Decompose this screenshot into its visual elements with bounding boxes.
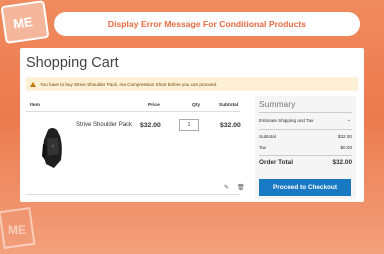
estimate-shipping-toggle[interactable]: Estimate Shipping and Tax bbox=[259, 118, 313, 123]
page-title: Shopping Cart bbox=[26, 55, 119, 71]
subtotal-value: $32.00 bbox=[337, 134, 352, 139]
header-divider bbox=[26, 111, 240, 112]
product-image[interactable] bbox=[40, 126, 65, 170]
tax-label: Tax bbox=[259, 145, 267, 150]
summary-divider bbox=[259, 129, 352, 130]
header-qty: Qty bbox=[192, 103, 200, 108]
watermark-logo: ME bbox=[0, 206, 36, 250]
subtotal-row: Subtotal $32.00 bbox=[259, 134, 352, 139]
row-divider bbox=[26, 194, 240, 195]
trash-icon[interactable]: 🗑 bbox=[237, 184, 245, 191]
brand-logo: ME bbox=[0, 0, 50, 44]
product-subtotal: $32.00 bbox=[220, 122, 241, 129]
order-total-row: Order Total $32.00 bbox=[259, 159, 352, 166]
header-item: Item bbox=[30, 103, 40, 108]
quantity-input[interactable]: 1 bbox=[179, 119, 199, 131]
product-price: $32.00 bbox=[140, 122, 161, 129]
order-total-value: $32.00 bbox=[332, 159, 352, 166]
notice-text: You have to buy Strive Shoulder Pack, ma… bbox=[40, 81, 218, 87]
cart-page: Shopping Cart You have to buy Strive Sho… bbox=[20, 48, 364, 202]
edit-icon[interactable]: ✎ bbox=[224, 184, 229, 191]
error-notice: You have to buy Strive Shoulder Pack, ma… bbox=[26, 77, 358, 91]
summary-divider bbox=[259, 155, 352, 156]
proceed-to-checkout-button[interactable]: Proceed to Checkout bbox=[259, 179, 351, 196]
chevron-down-icon[interactable]: ⌄ bbox=[347, 117, 351, 123]
tax-row: Tax $0.00 bbox=[259, 145, 352, 150]
product-name[interactable]: Strive Shoulder Pack bbox=[76, 122, 132, 128]
svg-text:ME: ME bbox=[8, 223, 26, 237]
tax-value: $0.00 bbox=[340, 145, 353, 150]
order-total-label: Order Total bbox=[259, 159, 293, 166]
header-price: Price bbox=[148, 103, 160, 108]
summary-title: Summary bbox=[259, 99, 296, 109]
summary-divider bbox=[259, 112, 352, 113]
subtotal-label: Subtotal bbox=[259, 134, 276, 139]
banner-title: Display Error Message For Conditional Pr… bbox=[107, 19, 307, 29]
logo-mark: ME bbox=[12, 14, 34, 32]
title-banner: Display Error Message For Conditional Pr… bbox=[54, 12, 360, 36]
header-subtotal: Subtotal bbox=[219, 103, 239, 108]
order-summary: Summary Estimate Shipping and Tax ⌄ Subt… bbox=[255, 96, 356, 199]
warning-icon bbox=[30, 81, 36, 87]
